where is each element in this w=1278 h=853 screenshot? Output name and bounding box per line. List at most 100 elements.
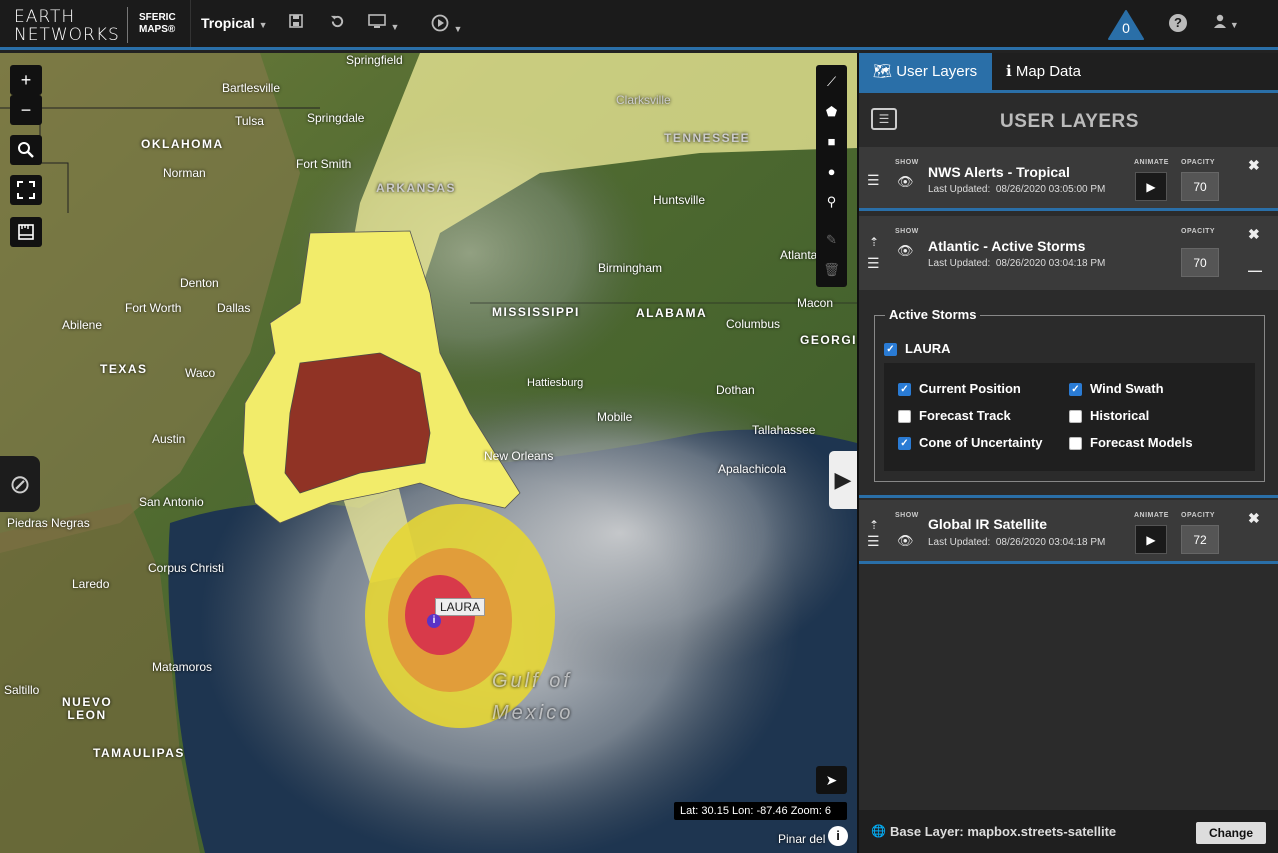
info-icon: ℹ (1006, 63, 1012, 80)
opacity-input[interactable]: 70 (1181, 172, 1219, 201)
map-label: Gulf of (492, 670, 572, 692)
compass-icon[interactable]: ⊘ (0, 456, 40, 512)
draw-circle-icon[interactable]: ● (816, 157, 847, 187)
edit-icon[interactable]: ✎ (816, 225, 847, 255)
layer-name: Atlantic - Active Storms (928, 238, 1086, 254)
user-layers-header: ☰ USER LAYERS (859, 96, 1278, 144)
drag-handle-icon[interactable]: ☰ (867, 533, 880, 550)
map-label: Mexico (492, 702, 574, 724)
checkbox-unchecked[interactable] (1069, 410, 1082, 424)
logo-line2: NETWORKS (14, 25, 120, 45)
map-label: Springfield (346, 53, 403, 67)
tab-map-data[interactable]: ℹ Map Data (992, 53, 1122, 93)
active-storms-group: Active Storms ✓ LAURA ✓ Current Position ✓… (874, 307, 1265, 482)
map-label: Abilene (62, 318, 103, 332)
map-label: Pinar del (778, 832, 826, 846)
move-up-icon[interactable]: ⇡ (869, 518, 879, 532)
fullscreen-icon[interactable] (10, 175, 42, 205)
updated-prefix: Last Updated: (928, 258, 991, 269)
draw-marker-icon[interactable]: ⚲ (816, 187, 847, 217)
close-icon[interactable]: ✖ (1248, 510, 1260, 527)
map-label: Matamoros (152, 660, 213, 674)
eye-icon[interactable]: 👁 (897, 174, 914, 190)
storm-info-icon[interactable]: i (427, 614, 441, 628)
locate-icon[interactable]: ➤ (816, 766, 847, 794)
checkbox-checked[interactable]: ✓ (1069, 383, 1082, 397)
change-base-layer-button[interactable]: Change (1196, 822, 1266, 844)
layer-updated: Last Updated: 08/26/2020 03:04:18 PM (928, 258, 1105, 269)
map-label: Macon (797, 296, 834, 310)
monitor-icon[interactable]: ▼ (368, 14, 399, 36)
chevron-down-icon: ▼ (453, 24, 463, 34)
info-icon[interactable]: i (828, 826, 848, 846)
close-icon[interactable]: ✖ (1248, 226, 1260, 243)
checkbox-checked[interactable]: ✓ (884, 343, 897, 357)
region-select[interactable]: Tropical ▼ (201, 15, 268, 31)
opacity-input[interactable]: 70 (1181, 248, 1219, 277)
play-circle-icon[interactable]: ▼ (431, 14, 462, 38)
eye-icon[interactable]: 👁 (897, 243, 914, 259)
chevron-right-icon[interactable]: ▶ (829, 451, 857, 509)
storm-checkbox-laura[interactable]: ✓ LAURA (884, 341, 951, 357)
play-button[interactable]: ▶ (1135, 525, 1167, 554)
undo-icon[interactable] (330, 14, 345, 34)
map-label: San Antonio (139, 495, 204, 509)
map-label: Springdale (307, 111, 365, 125)
drag-handle-icon[interactable]: ☰ (867, 172, 880, 189)
tab-user-layers[interactable]: 🗺 User Layers (859, 53, 992, 93)
help-icon[interactable]: ? (1169, 14, 1187, 32)
option-label: Historical (1090, 408, 1150, 423)
map-label: Piedras Negras (7, 516, 90, 530)
trash-icon[interactable]: 🗑 (816, 255, 847, 285)
zoom-out-button[interactable]: − (10, 95, 42, 125)
map-label: Fort Worth (125, 301, 182, 315)
play-button[interactable]: ▶ (1135, 172, 1167, 201)
ruler-icon[interactable] (10, 217, 42, 247)
opacity-label: OPACITY (1181, 159, 1216, 166)
draw-rectangle-icon[interactable]: ■ (816, 127, 847, 157)
map-canvas[interactable]: Springfield Bartlesville Tulsa Springdal… (0, 53, 857, 853)
tab-label: Map Data (1015, 63, 1081, 80)
zoom-box-icon[interactable] (10, 135, 42, 165)
opacity-input[interactable]: 72 (1181, 525, 1219, 554)
option-forecast-track[interactable]: Forecast Track (898, 408, 1011, 424)
close-icon[interactable]: ✖ (1248, 157, 1260, 174)
checkbox-checked[interactable]: ✓ (898, 383, 911, 397)
base-layer-label: Base Layer: mapbox.streets-satellite (890, 824, 1117, 839)
option-current-position[interactable]: ✓ Current Position (898, 381, 1021, 397)
draw-polygon-icon[interactable]: ⬟ (816, 97, 847, 127)
drag-handle-icon[interactable]: ☰ (867, 255, 880, 272)
region-select-label: Tropical (201, 15, 255, 31)
storm-label[interactable]: LAURA (435, 598, 486, 616)
map-label: Clarksville (616, 93, 671, 107)
animate-label: ANIMATE (1134, 512, 1169, 519)
chevron-down-icon: ▼ (258, 20, 268, 30)
map-label: Atlanta (780, 248, 818, 262)
zoom-in-button[interactable]: + (10, 65, 42, 95)
user-icon[interactable]: ▼ (1214, 14, 1239, 31)
checkbox-unchecked[interactable] (1069, 437, 1082, 451)
opacity-label: OPACITY (1181, 228, 1216, 235)
option-wind-swath[interactable]: ✓ Wind Swath (1069, 381, 1164, 397)
earth-networks-logo[interactable]: EARTH NETWORKS (14, 8, 120, 45)
option-cone-of-uncertainty[interactable]: ✓ Cone of Uncertainty (898, 435, 1043, 451)
map-label: TENNESSEE (664, 131, 751, 145)
map-label: Fort Smith (296, 157, 352, 171)
move-up-icon[interactable]: ⇡ (869, 235, 879, 249)
option-historical[interactable]: Historical (1069, 408, 1150, 424)
collapse-icon[interactable]: — (1248, 262, 1262, 278)
product-line1: SFERIC (139, 12, 176, 23)
draw-line-icon[interactable]: ⟋ (816, 67, 847, 97)
option-label: Current Position (919, 381, 1021, 396)
map-label: Denton (180, 276, 219, 290)
layer-name: NWS Alerts - Tropical (928, 164, 1070, 180)
eye-icon[interactable]: 👁 (897, 533, 914, 549)
checkbox-unchecked[interactable] (898, 410, 911, 424)
option-forecast-models[interactable]: Forecast Models (1069, 435, 1193, 451)
alerts-button[interactable]: 0 (1107, 9, 1145, 41)
checkbox-checked[interactable]: ✓ (898, 437, 911, 451)
save-icon[interactable] (289, 14, 303, 33)
coordinates-readout: Lat: 30.15 Lon: -87.46 Zoom: 6 (674, 802, 847, 820)
animate-label: ANIMATE (1134, 159, 1169, 166)
layer-active-storms: ⇡ ☰ SHOW 👁 Atlantic - Active Storms Last… (859, 216, 1278, 290)
